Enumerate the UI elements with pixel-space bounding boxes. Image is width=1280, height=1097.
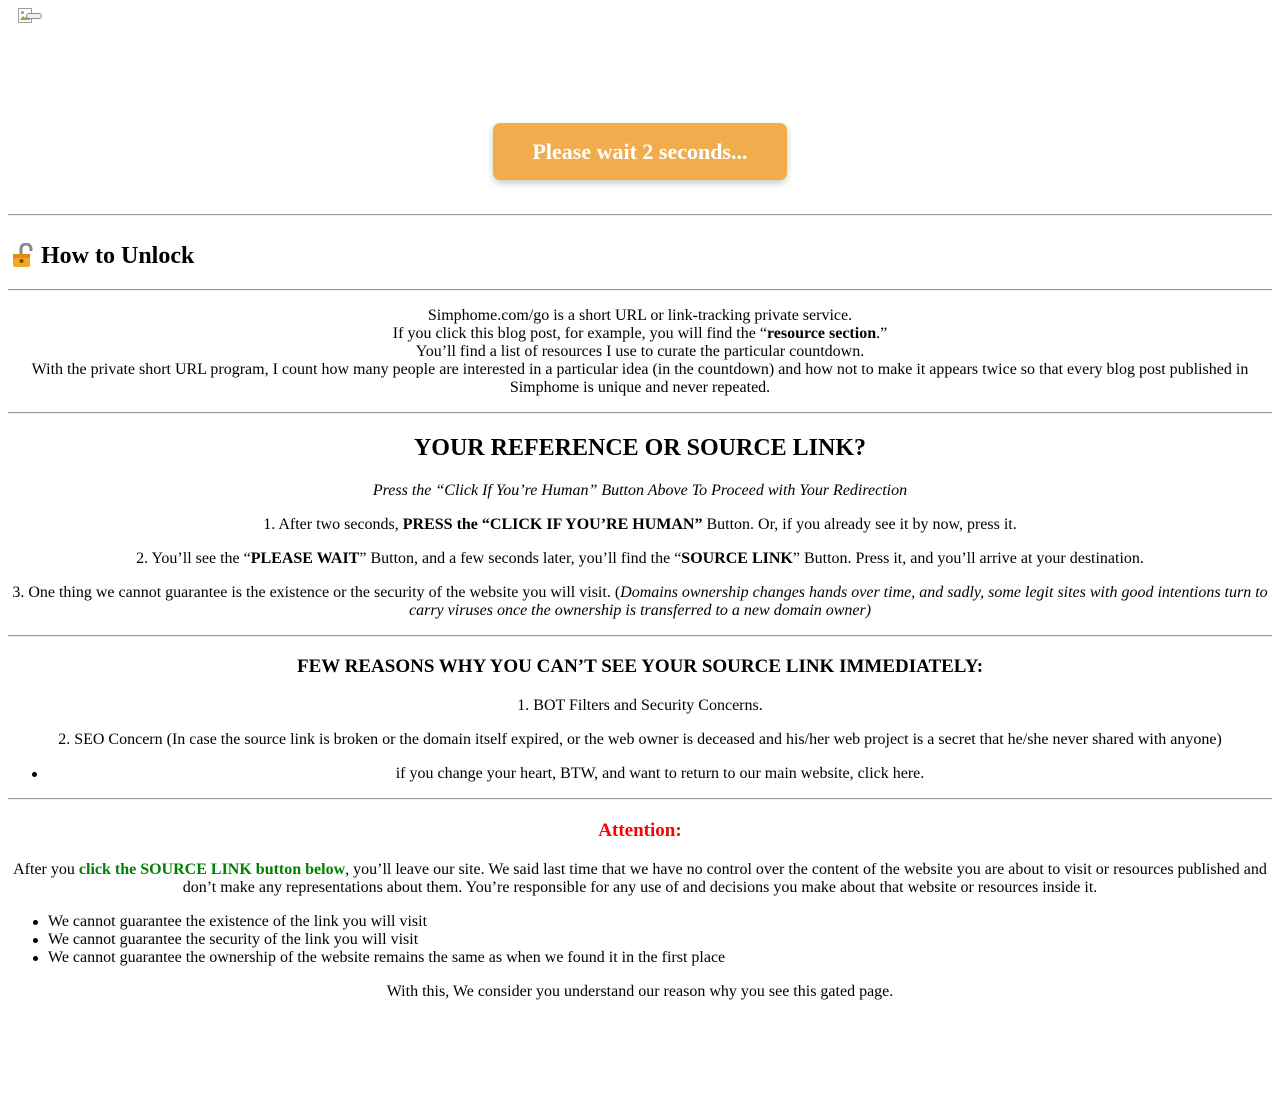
bullet-dot	[33, 956, 38, 961]
attention-text: After you click the SOURCE LINK button b…	[8, 861, 1272, 897]
guarantee-item-text: We cannot guarantee the security of the …	[48, 931, 419, 948]
reason-1-text: 1. BOT Filters and Security Concerns.	[517, 697, 763, 714]
step-3: 3. One thing we cannot guarantee is the …	[8, 584, 1272, 620]
attention-paragraph: After you click the SOURCE LINK button b…	[8, 861, 1272, 897]
source-link-hint: click the SOURCE LINK button below	[78, 861, 346, 878]
reference-subtitle-block: Press the “Click If You’re Human” Button…	[8, 482, 1272, 500]
desc-line-2: If you click this blog post, for example…	[8, 325, 1272, 343]
closing: With this, We consider you understand ou…	[8, 983, 1272, 1001]
return-item: if you change your heart, BTW, and want …	[8, 765, 1272, 783]
main-website-link[interactable]: here	[893, 765, 921, 782]
empty-button[interactable]	[26, 13, 42, 19]
attention-title: Attention:	[598, 820, 682, 841]
divider	[8, 214, 1272, 216]
guarantee-item: We cannot guarantee the security of the …	[8, 931, 725, 949]
guarantee-item: We cannot guarantee the ownership of the…	[8, 949, 725, 967]
reason-1: 1. BOT Filters and Security Concerns.	[8, 697, 1272, 715]
step-2-a: 2. You’ll see the “	[136, 550, 251, 567]
divider	[8, 635, 1272, 637]
desc-line-3: You’ll find a list of resources I use to…	[415, 343, 865, 360]
desc-line-1: Simphome.com/go is a short URL or link-t…	[427, 307, 853, 324]
bullet-dot	[33, 938, 38, 943]
guarantee-item: We cannot guarantee the existence of the…	[8, 913, 725, 931]
divider	[8, 798, 1272, 800]
step-2: 2. You’ll see the “PLEASE WAIT” Button, …	[8, 550, 1272, 568]
bullet-dot	[33, 920, 38, 925]
step-2-b: PLEASE WAIT	[250, 550, 360, 567]
attention-text-a: After you	[13, 861, 79, 878]
step-1-c: Button. Or, if you already see it by now…	[702, 516, 1017, 533]
divider	[8, 289, 1272, 291]
desc-line-4: With the private short URL program, I co…	[31, 361, 1249, 396]
desc-line-2-end: .”	[876, 325, 888, 342]
unlock-description: Simphome.com/go is a short URL or link-t…	[8, 307, 1272, 397]
attention-text-b: , you’ll leave our site. We said last ti…	[182, 861, 1267, 896]
return-list: if you change your heart, BTW, and want …	[8, 765, 1272, 783]
guarantee-item-text: We cannot guarantee the existence of the…	[48, 913, 428, 930]
reason-2-text: 2. SEO Concern (In case the source link …	[58, 731, 1222, 748]
step-3-a: 3. One thing we cannot guarantee is the …	[12, 584, 621, 601]
step-1-b: PRESS the “CLICK IF YOU’RE HUMAN”	[402, 516, 703, 533]
resource-section-text: resource section	[766, 325, 877, 342]
step-2-c: ” Button, and a few seconds later, you’l…	[359, 550, 682, 567]
reference-subtitle-text: Press the “Click If You’re Human” Button…	[372, 482, 908, 499]
reasons-title: FEW REASONS WHY YOU CAN’T SEE YOUR SOURC…	[296, 656, 984, 677]
bullet-dot	[32, 772, 37, 777]
reference-title: YOUR REFERENCE OR SOURCE LINK?	[413, 435, 867, 461]
guarantee-list: We cannot guarantee the existence of the…	[8, 913, 725, 967]
reason-2: 2. SEO Concern (In case the source link …	[8, 731, 1272, 749]
step-1-text: 1. After two seconds, PRESS the “CLICK I…	[8, 516, 1272, 534]
guarantee-item-text: We cannot guarantee the ownership of the…	[48, 949, 726, 966]
unlocked-lock-icon	[11, 242, 37, 269]
closing-text: With this, We consider you understand ou…	[386, 983, 894, 1000]
how-to-unlock-title: How to Unlock	[41, 243, 195, 269]
how-to-unlock-heading: How to Unlock	[11, 242, 194, 270]
step-3-text: 3. One thing we cannot guarantee is the …	[8, 584, 1272, 620]
return-text-end: .	[920, 765, 925, 782]
desc-line-2-text: If you click this blog post, for example…	[392, 325, 767, 342]
step-2-d: SOURCE LINK	[681, 550, 793, 567]
reference-subtitle: Press the “Click If You’re Human” Button…	[8, 482, 1272, 500]
step-2-text: 2. You’ll see the “PLEASE WAIT” Button, …	[8, 550, 1272, 568]
return-text: if you change your heart, BTW, and want …	[395, 765, 893, 782]
step-1-a: 1. After two seconds,	[263, 516, 403, 533]
please-wait-button[interactable]: Please wait 2 seconds...	[493, 123, 787, 180]
step-2-e: ” Button. Press it, and you’ll arrive at…	[792, 550, 1144, 567]
step-1: 1. After two seconds, PRESS the “CLICK I…	[8, 516, 1272, 534]
divider	[8, 412, 1272, 414]
